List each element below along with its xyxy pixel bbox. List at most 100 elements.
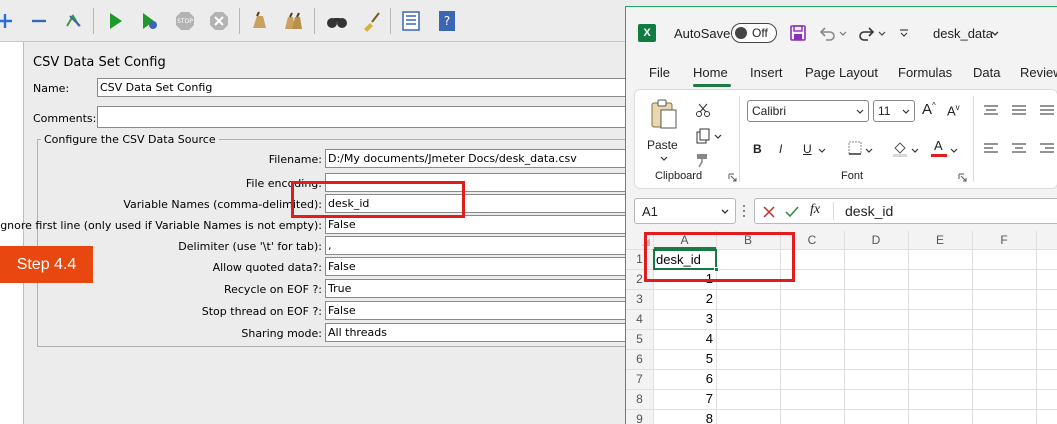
delimiter-field[interactable]: , — [325, 236, 640, 255]
row-header-5[interactable]: 5 — [626, 332, 653, 346]
name-box[interactable]: A1 — [634, 198, 736, 224]
add-icon[interactable] — [0, 8, 18, 34]
reset-search-icon[interactable] — [358, 8, 384, 34]
start-no-pauses-icon[interactable] — [136, 8, 162, 34]
align-right-icon[interactable] — [1039, 142, 1055, 156]
font-name-select[interactable]: Calibri — [747, 100, 869, 122]
stop-thread-eof-label: Stop thread on EOF ?: — [201, 305, 322, 318]
tab-review[interactable]: Review — [1020, 65, 1057, 80]
undo-icon[interactable] — [818, 24, 836, 42]
borders-icon[interactable] — [847, 140, 863, 156]
tab-insert[interactable]: Insert — [750, 65, 783, 80]
fill-color-dropdown-icon[interactable] — [910, 146, 920, 156]
insert-function-button[interactable]: fx — [810, 202, 820, 218]
filename-label: Filename: — [268, 153, 322, 166]
shrink-font-button[interactable]: Av — [947, 103, 960, 118]
italic-button[interactable]: I — [779, 142, 782, 156]
customize-quick-access-icon[interactable] — [898, 27, 910, 39]
start-icon[interactable] — [102, 8, 128, 34]
align-center-icon[interactable] — [1011, 142, 1027, 156]
cell-a3[interactable]: 2 — [653, 291, 713, 306]
column-header-f[interactable]: F — [972, 231, 1036, 249]
comments-field[interactable] — [97, 106, 640, 128]
underline-button[interactable]: U — [803, 142, 812, 156]
row-header-6[interactable]: 6 — [626, 352, 653, 366]
formula-input[interactable]: desk_id — [845, 203, 893, 219]
row-header-8[interactable]: 8 — [626, 392, 653, 406]
fill-color-icon[interactable] — [891, 139, 909, 157]
underline-dropdown-icon[interactable] — [817, 146, 827, 156]
format-painter-icon[interactable] — [695, 152, 711, 168]
toggle-icon[interactable] — [60, 8, 86, 34]
stop-icon[interactable]: STOP — [172, 8, 198, 34]
paste-icon[interactable] — [649, 98, 679, 130]
panel-title: CSV Data Set Config — [33, 55, 166, 70]
align-middle-icon[interactable] — [1011, 104, 1027, 118]
stop-thread-eof-field[interactable]: False — [325, 301, 640, 320]
font-launcher-icon[interactable] — [958, 172, 967, 182]
redo-icon[interactable] — [858, 24, 876, 42]
tab-home[interactable]: Home — [693, 65, 728, 80]
row-header-4[interactable]: 4 — [626, 312, 653, 326]
column-header-d[interactable]: D — [844, 231, 908, 249]
align-top-icon[interactable] — [983, 104, 999, 118]
name-field[interactable]: CSV Data Set Config — [97, 78, 640, 97]
cut-icon[interactable] — [695, 102, 711, 118]
align-bottom-icon[interactable] — [1039, 104, 1055, 118]
search-icon[interactable] — [324, 8, 350, 34]
copy-icon[interactable] — [695, 128, 711, 144]
tab-formulas[interactable]: Formulas — [898, 65, 952, 80]
clear-all-icon[interactable] — [280, 8, 306, 34]
font-color-dropdown-icon[interactable] — [949, 146, 959, 156]
row-header-3[interactable]: 3 — [626, 292, 653, 306]
bold-button[interactable]: B — [753, 142, 762, 156]
svg-text:?: ? — [444, 14, 450, 28]
function-helper-icon[interactable] — [398, 8, 424, 34]
tab-file[interactable]: File — [649, 65, 670, 80]
comments-label: Comments: — [33, 112, 97, 125]
shutdown-icon[interactable] — [206, 8, 232, 34]
column-header-e[interactable]: E — [908, 231, 972, 249]
help-icon[interactable]: ? — [434, 8, 460, 34]
recycle-eof-field[interactable]: True — [325, 279, 640, 298]
enter-icon[interactable] — [785, 205, 799, 219]
cell-a7[interactable]: 6 — [653, 371, 713, 386]
tab-data[interactable]: Data — [973, 65, 1000, 80]
redo-dropdown-icon[interactable] — [877, 29, 887, 39]
test-plan-tree[interactable] — [0, 42, 24, 424]
file-name-chevron-icon[interactable] — [990, 29, 1000, 39]
svg-text:STOP: STOP — [177, 18, 193, 25]
paste-button[interactable]: Paste — [647, 138, 678, 152]
filename-field[interactable]: D:/My documents/Jmeter Docs/desk_data.cs… — [325, 149, 640, 168]
cell-a6[interactable]: 5 — [653, 351, 713, 366]
undo-dropdown-icon[interactable] — [838, 29, 848, 39]
active-tab-indicator — [693, 84, 731, 87]
tab-page-layout[interactable]: Page Layout — [805, 65, 878, 80]
allow-quoted-field[interactable]: False — [325, 257, 640, 276]
clipboard-launcher-icon[interactable] — [728, 172, 737, 182]
font-color-button[interactable]: A — [931, 138, 947, 158]
file-name[interactable]: desk_data — [933, 26, 993, 41]
remove-icon[interactable] — [26, 8, 52, 34]
cell-a8[interactable]: 7 — [653, 391, 713, 406]
cell-a9[interactable]: 8 — [653, 411, 713, 424]
align-left-icon[interactable] — [983, 142, 999, 156]
copy-dropdown-icon[interactable] — [713, 132, 723, 142]
save-icon[interactable] — [789, 24, 807, 42]
borders-dropdown-icon[interactable] — [864, 146, 874, 156]
sharing-mode-label: Sharing mode: — [241, 327, 322, 340]
grow-font-button[interactable]: A^ — [922, 101, 936, 118]
row-header-9[interactable]: 9 — [626, 412, 653, 424]
formula-bar-grip-icon[interactable] — [742, 204, 746, 218]
paste-dropdown-icon[interactable] — [659, 154, 669, 164]
autosave-toggle[interactable]: Off — [731, 23, 777, 43]
sharing-mode-field[interactable]: All threads — [325, 323, 640, 342]
font-size-select[interactable]: 11 — [873, 100, 915, 122]
formula-bar: A1 fx desk_id — [626, 196, 1057, 226]
cell-a4[interactable]: 3 — [653, 311, 713, 326]
clear-icon[interactable] — [246, 8, 272, 34]
cell-a5[interactable]: 4 — [653, 331, 713, 346]
cancel-icon[interactable] — [762, 205, 776, 219]
font-color-letter: A — [934, 138, 943, 153]
row-header-7[interactable]: 7 — [626, 372, 653, 386]
